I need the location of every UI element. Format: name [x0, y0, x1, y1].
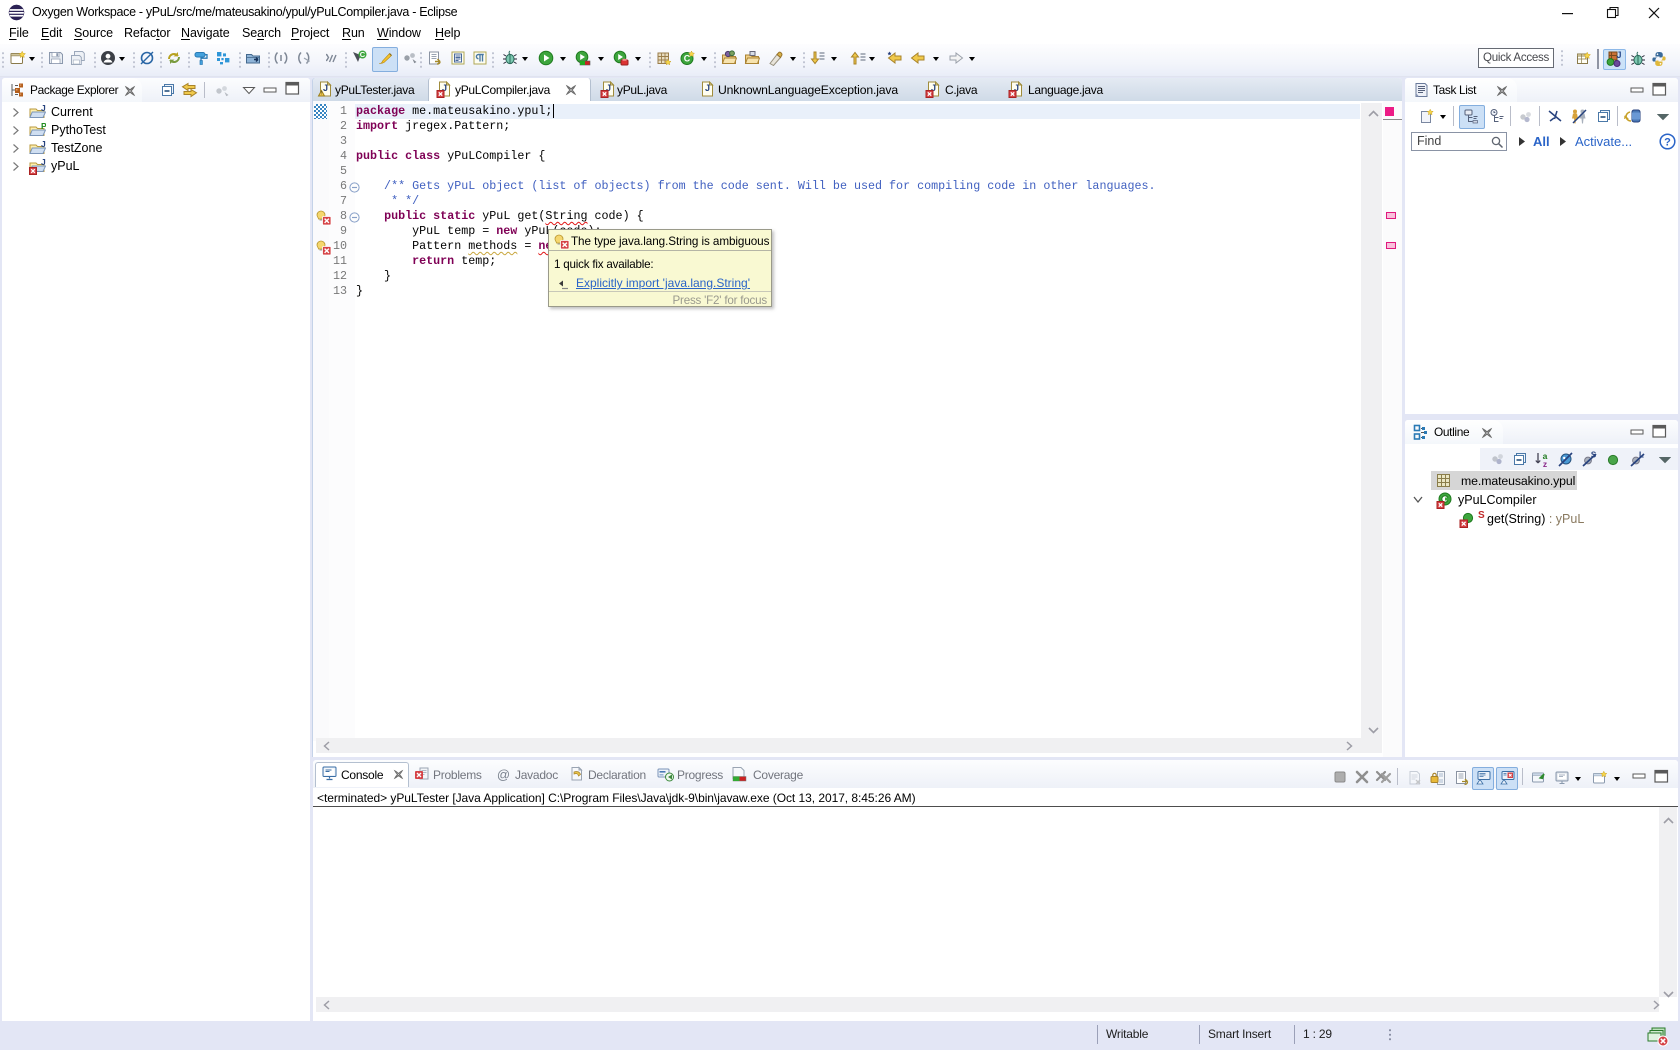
svg-text:!: !: [321, 91, 322, 97]
svg-text:?: ?: [1664, 137, 1671, 149]
svg-text:J: J: [41, 158, 46, 167]
svg-text:J: J: [705, 83, 710, 93]
svg-text:P: P: [41, 122, 46, 131]
svg-text:J: J: [41, 140, 46, 149]
svg-text:J: J: [41, 104, 46, 113]
svg-text:z: z: [1543, 459, 1547, 468]
svg-text:J: J: [1616, 51, 1621, 60]
svg-text:J: J: [323, 83, 328, 93]
svg-text:@: @: [497, 767, 510, 782]
svg-text:C: C: [360, 50, 366, 59]
